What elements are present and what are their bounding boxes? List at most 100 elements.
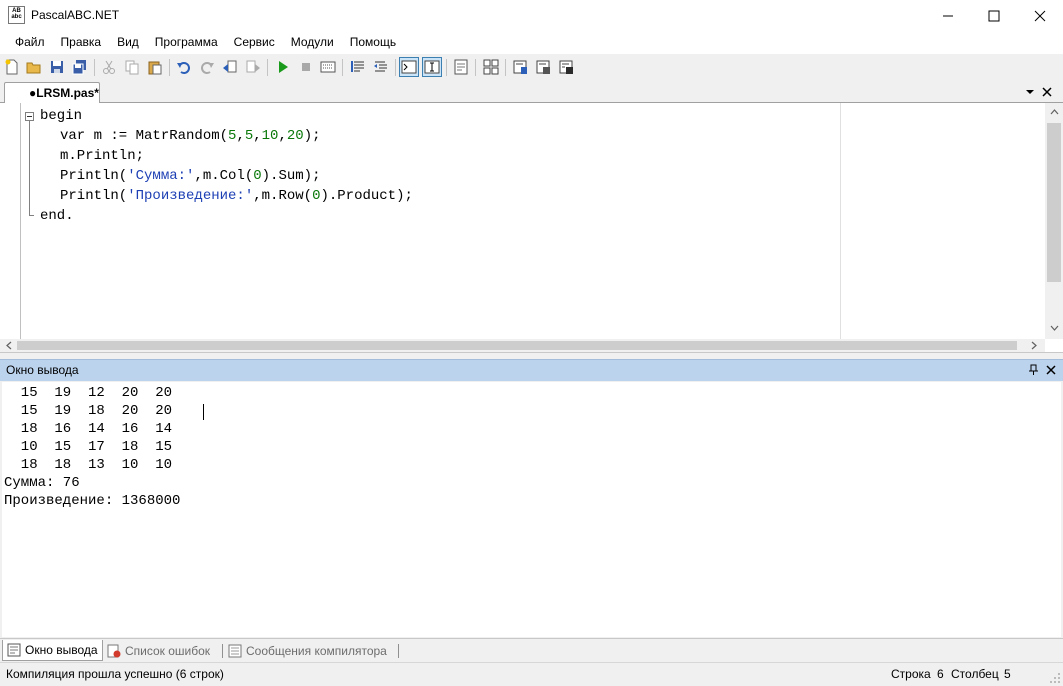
fold-toggle-icon[interactable] xyxy=(25,112,34,121)
editor-horizontal-scrollbar[interactable] xyxy=(0,339,1045,352)
form-designer-icon xyxy=(483,59,499,75)
menu-service[interactable]: Сервис xyxy=(226,31,283,54)
open-button[interactable] xyxy=(25,58,43,76)
window-title: PascalABC.NET xyxy=(31,8,120,22)
references-button[interactable] xyxy=(557,58,575,76)
menu-edit[interactable]: Правка xyxy=(53,31,110,54)
menu-modules[interactable]: Модули xyxy=(283,31,342,54)
close-panel-button[interactable] xyxy=(1045,364,1057,376)
status-column-value: 5 xyxy=(1004,667,1011,681)
console-output-icon xyxy=(401,60,417,74)
toolbar xyxy=(0,54,1063,81)
cut-button[interactable] xyxy=(100,58,118,76)
code-template-icon xyxy=(536,60,550,74)
save-all-icon xyxy=(72,60,86,75)
save-all-button[interactable] xyxy=(71,58,89,76)
status-row-value: 6 xyxy=(937,667,944,681)
app-icon: AB abc xyxy=(8,6,25,24)
comment-button[interactable] xyxy=(349,58,367,76)
code-line-5: Println('Произведение:',m.Row(0).Product… xyxy=(60,188,413,204)
close-icon xyxy=(1042,87,1052,97)
format-code-button[interactable] xyxy=(511,58,529,76)
undo-button[interactable] xyxy=(175,58,193,76)
text-output-button[interactable] xyxy=(422,57,442,77)
form-designer-button[interactable] xyxy=(482,58,500,76)
tab-label: ●LRSM.pas* xyxy=(29,86,99,100)
navigate-back-icon xyxy=(223,60,237,73)
stop-button[interactable] xyxy=(297,58,315,76)
tab-lrsm-pas[interactable]: ●LRSM.pas* xyxy=(4,82,100,103)
vertical-scroll-thumb[interactable] xyxy=(1047,123,1061,282)
pin-panel-button[interactable] xyxy=(1028,364,1040,376)
run-icon xyxy=(279,61,288,73)
scroll-left-icon[interactable] xyxy=(6,341,12,350)
copy-icon xyxy=(125,60,139,75)
code-template-button[interactable] xyxy=(534,58,552,76)
output-window-icon xyxy=(7,643,21,657)
tab-compiler-messages[interactable]: Сообщения компилятора xyxy=(228,640,387,661)
debug-window-button[interactable] xyxy=(452,58,470,76)
document-tab-bar: ●LRSM.pas* xyxy=(0,81,1063,103)
menu-view[interactable]: Вид xyxy=(109,31,147,54)
open-folder-icon xyxy=(26,62,41,74)
output-line: Сумма: 76 xyxy=(4,475,80,491)
tab-list-dropdown[interactable] xyxy=(1024,86,1036,98)
minimize-button[interactable] xyxy=(925,0,971,31)
debug-window-icon xyxy=(454,59,468,75)
editor-vertical-scrollbar[interactable] xyxy=(1045,103,1063,339)
scroll-right-icon[interactable] xyxy=(1031,341,1037,350)
references-icon xyxy=(559,60,573,74)
paste-button[interactable] xyxy=(146,58,164,76)
new-file-button[interactable] xyxy=(3,58,21,76)
chevron-down-icon xyxy=(1026,90,1034,94)
output-window[interactable]: 15 19 12 20 20 15 19 18 20 20 18 16 14 1… xyxy=(2,382,1061,637)
close-tab-button[interactable] xyxy=(1041,86,1053,98)
menu-help[interactable]: Помощь xyxy=(342,31,404,54)
scroll-down-icon[interactable] xyxy=(1050,325,1059,331)
stop-icon xyxy=(302,63,310,71)
run-button[interactable] xyxy=(274,58,292,76)
tab-error-list[interactable]: Список ошибок xyxy=(107,640,210,661)
paste-icon xyxy=(148,61,162,75)
tab-output-window[interactable]: Окно вывода xyxy=(2,640,103,661)
cut-icon xyxy=(103,60,115,74)
menu-file[interactable]: Файл xyxy=(7,31,53,54)
format-code-icon xyxy=(513,60,527,74)
navigate-back-button[interactable] xyxy=(221,58,239,76)
compile-button[interactable] xyxy=(319,58,337,76)
bottom-tab-bar: Окно вывода Список ошибок Сообщения комп… xyxy=(0,638,1063,662)
navigate-forward-button[interactable] xyxy=(244,58,262,76)
close-button[interactable] xyxy=(1017,0,1063,31)
tab-output-label: Окно вывода xyxy=(25,643,98,657)
title-bar: AB abc PascalABC.NET xyxy=(0,0,1063,31)
uncomment-button[interactable] xyxy=(372,58,390,76)
code-line-3: m.Println; xyxy=(60,148,145,164)
output-line: Произведение: 1368000 xyxy=(4,493,181,509)
save-button[interactable] xyxy=(48,58,66,76)
horizontal-scroll-thumb[interactable] xyxy=(17,341,1017,350)
status-message: Компиляция прошла успешно (6 строк) xyxy=(6,667,224,681)
output-panel-title: Окно вывода xyxy=(6,363,79,377)
scroll-up-icon[interactable] xyxy=(1050,109,1059,115)
comment-icon xyxy=(351,61,364,72)
maximize-button[interactable] xyxy=(971,0,1017,31)
uncomment-icon xyxy=(374,61,387,72)
new-file-icon xyxy=(5,59,18,75)
menu-bar: Файл Правка Вид Программа Сервис Модули … xyxy=(0,31,1063,54)
redo-icon xyxy=(201,62,214,74)
console-output-button[interactable] xyxy=(399,57,419,77)
text-cursor xyxy=(203,404,204,420)
output-panel-header: Окно вывода xyxy=(0,359,1063,381)
compiler-messages-icon xyxy=(228,644,242,657)
output-line: 18 18 13 10 10 xyxy=(4,457,173,473)
output-line: 15 19 12 20 20 xyxy=(4,385,173,401)
undo-icon xyxy=(177,62,190,74)
menu-program[interactable]: Программа xyxy=(147,31,226,54)
navigate-forward-icon xyxy=(246,60,260,73)
status-column-label: Столбец xyxy=(951,667,999,681)
redo-button[interactable] xyxy=(198,58,216,76)
code-editor[interactable]: begin var m := MatrRandom(5,5,10,20); m.… xyxy=(0,103,1063,353)
copy-button[interactable] xyxy=(123,58,141,76)
resize-grip-icon[interactable] xyxy=(1049,672,1061,684)
output-line: 10 15 17 18 15 xyxy=(4,439,173,455)
